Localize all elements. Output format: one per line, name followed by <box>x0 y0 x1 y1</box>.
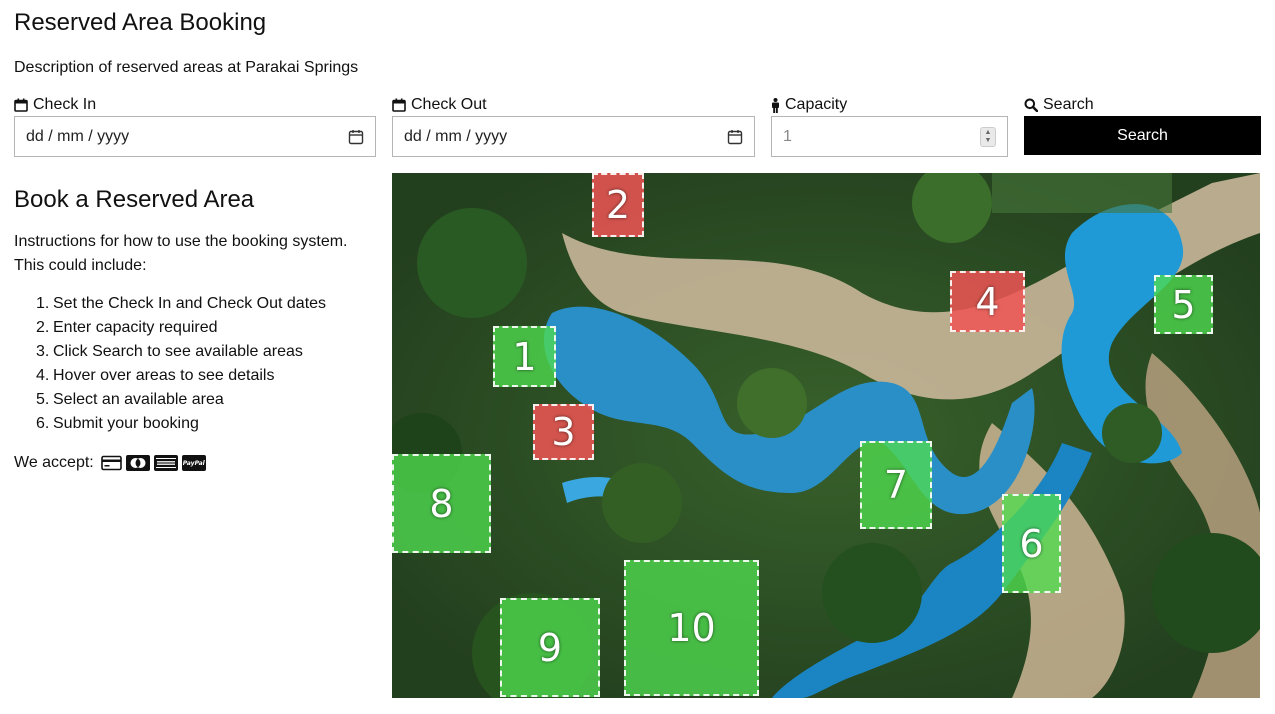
check-out-input[interactable]: dd / mm / yyyy <box>392 116 755 157</box>
area-3[interactable]: 3 <box>533 404 594 460</box>
list-item: 2. Enter capacity required <box>36 319 218 336</box>
we-accept-label: We accept: <box>14 454 94 471</box>
page-title: Reserved Area Booking <box>14 9 267 36</box>
person-icon <box>772 97 779 113</box>
area-2[interactable]: 2 <box>592 173 644 237</box>
capacity-input[interactable]: 1 ▲ ▼ <box>771 116 1008 157</box>
check-in-label: Check In <box>33 96 97 113</box>
list-item: 3. Click Search to see available areas <box>36 343 303 360</box>
payment-methods: We accept: PayPal <box>14 454 206 472</box>
capacity-stepper[interactable]: ▲ ▼ <box>980 126 996 147</box>
area-7[interactable]: 7 <box>860 441 932 529</box>
search-label: Search <box>1043 96 1094 113</box>
check-out-label: Check Out <box>411 96 487 113</box>
check-in-value: dd / mm / yyyy <box>26 127 130 145</box>
search-group: Search Search <box>1024 96 1261 155</box>
date-picker-icon[interactable] <box>348 129 364 145</box>
list-item: 6. Submit your booking <box>36 415 199 432</box>
check-in-group: Check In dd / mm / yyyy <box>14 96 376 157</box>
search-button[interactable]: Search <box>1024 116 1261 155</box>
capacity-label: Capacity <box>785 96 848 113</box>
check-in-input[interactable]: dd / mm / yyyy <box>14 116 376 157</box>
mastercard-icon <box>125 455 150 471</box>
list-item: 5. Select an available area <box>36 391 224 408</box>
paypal-icon: PayPal <box>181 455 206 471</box>
check-out-value: dd / mm / yyyy <box>404 127 508 145</box>
area-9[interactable]: 9 <box>500 598 600 697</box>
area-1[interactable]: 1 <box>493 326 556 387</box>
area-10[interactable]: 10 <box>624 560 759 696</box>
page-description: Description of reserved areas at Parakai… <box>14 59 359 76</box>
booking-title: Book a Reserved Area <box>14 186 255 213</box>
calendar-icon <box>14 98 28 112</box>
area-6[interactable]: 6 <box>1002 494 1061 593</box>
calendar-icon <box>392 98 406 112</box>
list-item: 4. Hover over areas to see details <box>36 367 275 384</box>
area-5[interactable]: 5 <box>1154 275 1213 334</box>
booking-instructions: Instructions for how to use the booking … <box>14 233 348 274</box>
date-picker-icon[interactable] <box>727 129 743 145</box>
search-icon <box>1024 98 1038 112</box>
amex-icon <box>153 455 178 471</box>
resort-map: 2 4 5 1 3 7 8 6 10 9 <box>392 173 1260 698</box>
capacity-group: Capacity 1 ▲ ▼ <box>771 96 1008 157</box>
list-item: 1. Set the Check In and Check Out dates <box>36 295 327 312</box>
credit-card-icon <box>100 455 122 471</box>
check-out-group: Check Out dd / mm / yyyy <box>392 96 755 157</box>
capacity-value: 1 <box>783 127 792 145</box>
area-8[interactable]: 8 <box>392 454 491 553</box>
area-4[interactable]: 4 <box>950 271 1025 332</box>
steps-list: 1. Set the Check In and Check Out dates 2… <box>36 292 326 436</box>
